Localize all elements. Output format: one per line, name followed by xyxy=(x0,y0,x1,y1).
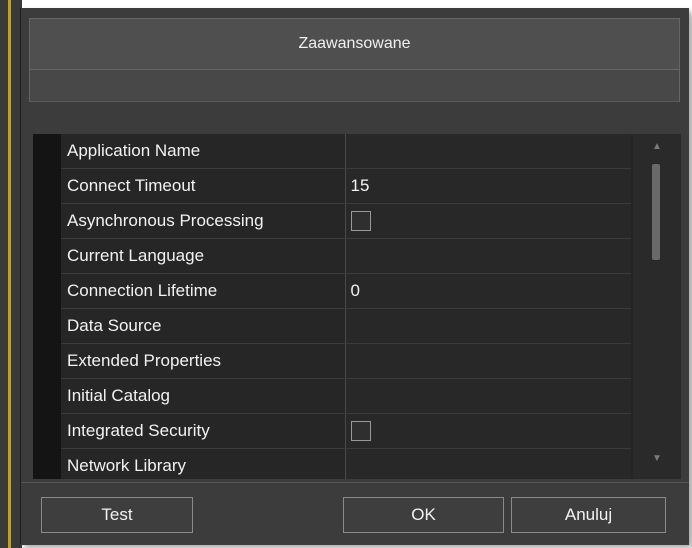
triangle-down-icon[interactable]: ▼ xyxy=(649,452,665,466)
property-name: Connect Timeout xyxy=(61,168,346,204)
property-row[interactable]: Initial Catalog xyxy=(61,378,631,414)
property-value-field[interactable]: 0 xyxy=(345,273,631,309)
property-value-field[interactable] xyxy=(345,238,631,274)
property-value-field[interactable] xyxy=(345,343,631,379)
vertical-scrollbar[interactable]: ▲ ▼ xyxy=(633,134,681,479)
window-border-accent xyxy=(8,0,11,548)
property-value-field[interactable] xyxy=(345,413,631,449)
property-name: Data Source xyxy=(61,308,346,344)
property-name: Application Name xyxy=(61,134,346,169)
property-row[interactable]: Connect Timeout 15 xyxy=(61,168,631,204)
property-row[interactable]: Connection Lifetime 0 xyxy=(61,273,631,309)
property-row[interactable]: Data Source xyxy=(61,308,631,344)
dialog-title-bar: Zaawansowane xyxy=(29,18,680,70)
integrated-security-checkbox[interactable] xyxy=(350,421,371,442)
cancel-button[interactable]: Anuluj xyxy=(511,497,666,533)
scrollbar-thumb[interactable] xyxy=(652,164,660,260)
property-row[interactable]: Network Library xyxy=(61,448,631,479)
property-name: Asynchronous Processing xyxy=(61,203,346,239)
property-name: Integrated Security xyxy=(61,413,346,449)
property-value-field[interactable] xyxy=(345,378,631,414)
triangle-up-icon[interactable]: ▲ xyxy=(649,140,665,154)
property-value-field[interactable] xyxy=(345,203,631,239)
property-table: Application Name Connect Timeout 15 Asyn… xyxy=(61,134,631,479)
dialog-toolbar-area xyxy=(29,70,680,102)
property-name: Connection Lifetime xyxy=(61,273,346,309)
property-name: Current Language xyxy=(61,238,346,274)
property-name: Extended Properties xyxy=(61,343,346,379)
ok-button[interactable]: OK xyxy=(343,497,504,533)
advanced-properties-dialog: Zaawansowane Application Name Connect Ti… xyxy=(20,8,689,545)
property-row[interactable]: Asynchronous Processing xyxy=(61,203,631,239)
test-button[interactable]: Test xyxy=(41,497,193,533)
property-name: Initial Catalog xyxy=(61,378,346,414)
asynchronous-processing-checkbox[interactable] xyxy=(350,211,371,232)
property-grid: Application Name Connect Timeout 15 Asyn… xyxy=(33,134,681,479)
property-value-field[interactable] xyxy=(345,448,631,479)
dialog-button-bar: Test OK Anuluj xyxy=(21,482,689,545)
property-row[interactable]: Integrated Security xyxy=(61,413,631,449)
dialog-title: Zaawansowane xyxy=(298,35,411,52)
property-value-field[interactable]: 15 xyxy=(345,168,631,204)
property-value-field[interactable] xyxy=(345,134,631,169)
background-window-edge xyxy=(0,0,22,548)
property-row[interactable]: Application Name xyxy=(61,134,631,169)
property-row[interactable]: Extended Properties xyxy=(61,343,631,379)
property-value-field[interactable] xyxy=(345,308,631,344)
row-header-gutter xyxy=(33,134,61,479)
property-name: Network Library xyxy=(61,448,346,479)
property-row[interactable]: Current Language xyxy=(61,238,631,274)
